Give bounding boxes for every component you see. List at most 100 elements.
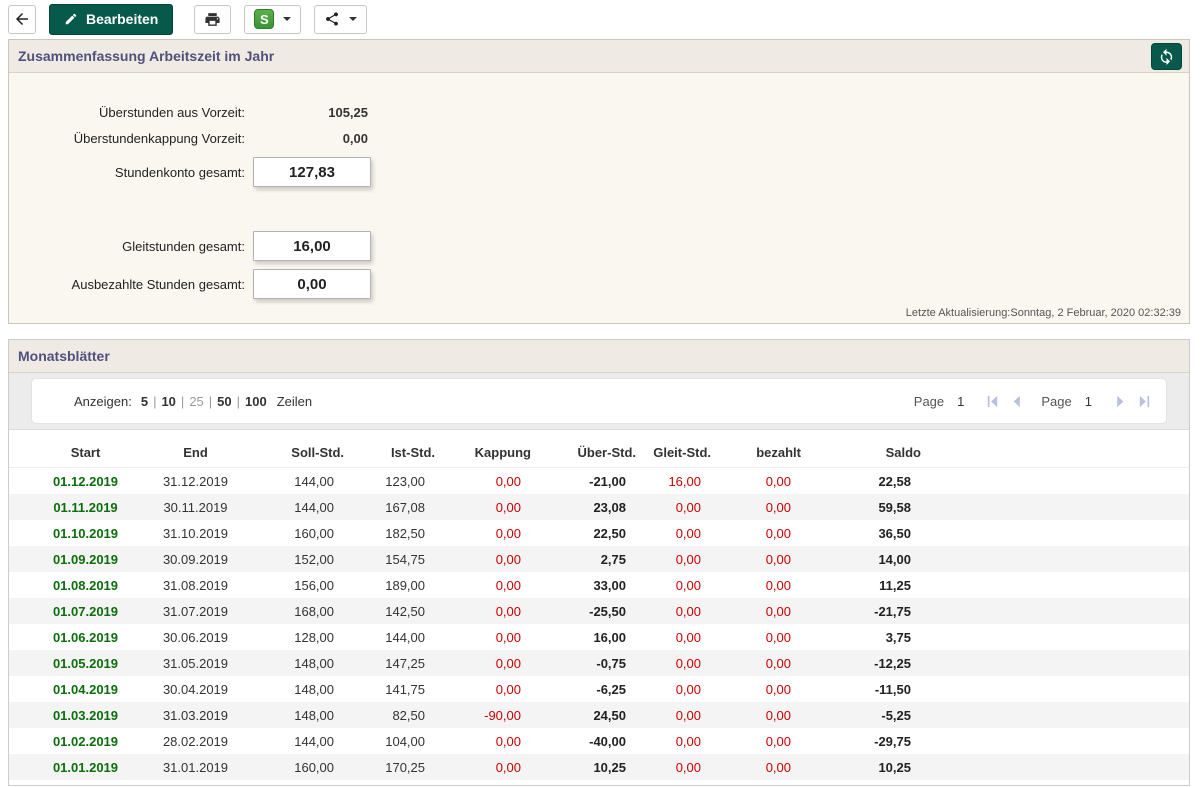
page-size-10[interactable]: 10 — [161, 394, 175, 409]
cell-2: 160,00 — [294, 525, 334, 541]
table-row[interactable]: 01.11.2019 30.11.2019 144,00 167,08 0,00 23,0… — [9, 494, 1189, 520]
cell-4: 0,00 — [495, 499, 521, 515]
page-label: Page — [1041, 393, 1072, 409]
cell-7: 0,00 — [765, 551, 791, 567]
app: Bearbeiten S Zusammenfassung Arbeitszeit… — [0, 0, 1203, 786]
share-icon — [324, 11, 340, 27]
table-row[interactable]: 01.03.2019 31.03.2019 148,00 82,50 -90,00 24,… — [9, 702, 1189, 728]
prev-page-icon[interactable] — [1009, 394, 1024, 409]
cell-0: 01.10.2019 — [52, 525, 119, 541]
table-row[interactable]: 01.05.2019 31.05.2019 148,00 147,25 0,00 -0,7… — [9, 650, 1189, 676]
cell-6: 0,00 — [675, 655, 701, 671]
cell-8: 3,75 — [885, 629, 911, 645]
cell-3: 123,00 — [385, 473, 425, 489]
field-overtime-prev: Überstunden aus Vorzeit: 105,25 — [23, 99, 1189, 125]
cell-4: 0,00 — [495, 551, 521, 567]
cell-7: 0,00 — [765, 733, 791, 749]
page-size-separator: | — [208, 393, 213, 409]
print-button[interactable] — [194, 4, 232, 34]
page-size-separator: | — [180, 393, 185, 409]
column-header-0[interactable]: Start — [23, 445, 148, 460]
cell-5: 22,50 — [593, 525, 626, 541]
cell-2: 148,00 — [294, 655, 334, 671]
cell-8: -12,25 — [874, 655, 911, 671]
stundenkonto-input[interactable] — [253, 157, 371, 187]
first-page-icon[interactable] — [985, 394, 1000, 409]
cell-6: 0,00 — [675, 759, 701, 775]
cell-5: 16,00 — [593, 629, 626, 645]
table-row[interactable]: 01.02.2019 28.02.2019 144,00 104,00 0,00 -40,… — [9, 728, 1189, 754]
cell-2: 156,00 — [294, 577, 334, 593]
page-size-100[interactable]: 100 — [245, 394, 267, 409]
cell-2: 148,00 — [294, 707, 334, 723]
cell-4: 0,00 — [495, 629, 521, 645]
table-row[interactable]: 01.01.2019 31.01.2019 160,00 170,25 0,00 10,2… — [9, 754, 1189, 780]
last-page-icon[interactable] — [1137, 394, 1152, 409]
field-ausbezahlt: Ausbezahlte Stunden gesamt: — [23, 269, 1189, 299]
field-label: Überstundenkappung Vorzeit: — [73, 130, 245, 146]
cell-4: 0,00 — [495, 733, 521, 749]
cell-0: 01.06.2019 — [52, 629, 119, 645]
field-value: 0,00 — [342, 130, 368, 146]
column-header-3[interactable]: Ist-Std. — [348, 445, 439, 460]
column-header-5[interactable]: Über-Std. — [535, 445, 640, 460]
table-row[interactable]: 01.07.2019 31.07.2019 168,00 142,50 0,00 -25,… — [9, 598, 1189, 624]
cell-1: 31.10.2019 — [162, 525, 229, 541]
cell-2: 168,00 — [294, 603, 334, 619]
months-panel-header: Monatsblätter — [9, 340, 1189, 373]
cell-4: 0,00 — [495, 603, 521, 619]
summary-panel: Zusammenfassung Arbeitszeit im Jahr Über… — [8, 39, 1190, 324]
export-button[interactable]: S — [244, 4, 302, 34]
rows-label: Zeilen — [276, 393, 313, 409]
cell-3: 189,00 — [385, 577, 425, 593]
column-header-6[interactable]: Gleit-Std. — [640, 445, 715, 460]
table-row[interactable]: 01.10.2019 31.10.2019 160,00 182,50 0,00 22,5… — [9, 520, 1189, 546]
field-label: Stundenkonto gesamt: — [114, 164, 245, 180]
cell-5: -25,50 — [589, 603, 626, 619]
column-header-7[interactable]: bezahlt — [715, 445, 805, 460]
table-row[interactable]: 01.08.2019 31.08.2019 156,00 189,00 0,00 33,0… — [9, 572, 1189, 598]
field-stundenkonto: Stundenkonto gesamt: — [23, 157, 1189, 187]
page-size-25[interactable]: 25 — [189, 394, 203, 409]
column-header-4[interactable]: Kappung — [439, 445, 535, 460]
cell-7: 0,00 — [765, 577, 791, 593]
table-row[interactable]: 01.12.2019 31.12.2019 144,00 123,00 0,00 -21,… — [9, 468, 1189, 494]
printer-icon — [204, 11, 221, 28]
cell-0: 01.09.2019 — [52, 551, 119, 567]
cell-6: 0,00 — [675, 603, 701, 619]
page-size-5[interactable]: 5 — [141, 394, 148, 409]
cell-1: 30.04.2019 — [162, 681, 229, 697]
page-size-50[interactable]: 50 — [217, 394, 231, 409]
column-header-8[interactable]: Saldo — [805, 445, 925, 460]
table-row[interactable]: 01.06.2019 30.06.2019 128,00 144,00 0,00 16,0… — [9, 624, 1189, 650]
back-button[interactable] — [8, 4, 36, 34]
cell-1: 31.03.2019 — [162, 707, 229, 723]
table-row[interactable]: 01.09.2019 30.09.2019 152,00 154,75 0,00 2,75… — [9, 546, 1189, 572]
cell-6: 0,00 — [675, 551, 701, 567]
column-header-1[interactable]: End — [148, 445, 243, 460]
table-row[interactable]: 01.04.2019 30.04.2019 148,00 141,75 0,00 -6,2… — [9, 676, 1189, 702]
cell-5: 33,00 — [593, 577, 626, 593]
cell-5: -0,75 — [596, 655, 626, 671]
field-label: Gleitstunden gesamt: — [122, 238, 245, 254]
cell-8: 10,25 — [878, 759, 911, 775]
cell-3: 144,00 — [385, 629, 425, 645]
column-header-2[interactable]: Soll-Std. — [243, 445, 348, 460]
cell-7: 0,00 — [765, 525, 791, 541]
refresh-button[interactable] — [1151, 43, 1182, 70]
next-page-icon[interactable] — [1113, 394, 1128, 409]
months-panel-title: Monatsblätter — [18, 348, 110, 364]
cell-8: 11,25 — [879, 577, 911, 593]
edit-button[interactable]: Bearbeiten — [49, 3, 174, 35]
cell-7: 0,00 — [765, 629, 791, 645]
ausbezahlt-input[interactable] — [253, 269, 371, 299]
share-button[interactable] — [314, 4, 368, 34]
cell-2: 144,00 — [294, 733, 334, 749]
edit-button-label: Bearbeiten — [86, 11, 159, 27]
gleitstunden-input[interactable] — [253, 231, 371, 261]
cell-2: 144,00 — [294, 473, 334, 489]
cell-6: 0,00 — [675, 577, 701, 593]
cell-0: 01.05.2019 — [52, 655, 119, 671]
cell-1: 30.06.2019 — [162, 629, 229, 645]
page-label: Page — [913, 393, 945, 409]
